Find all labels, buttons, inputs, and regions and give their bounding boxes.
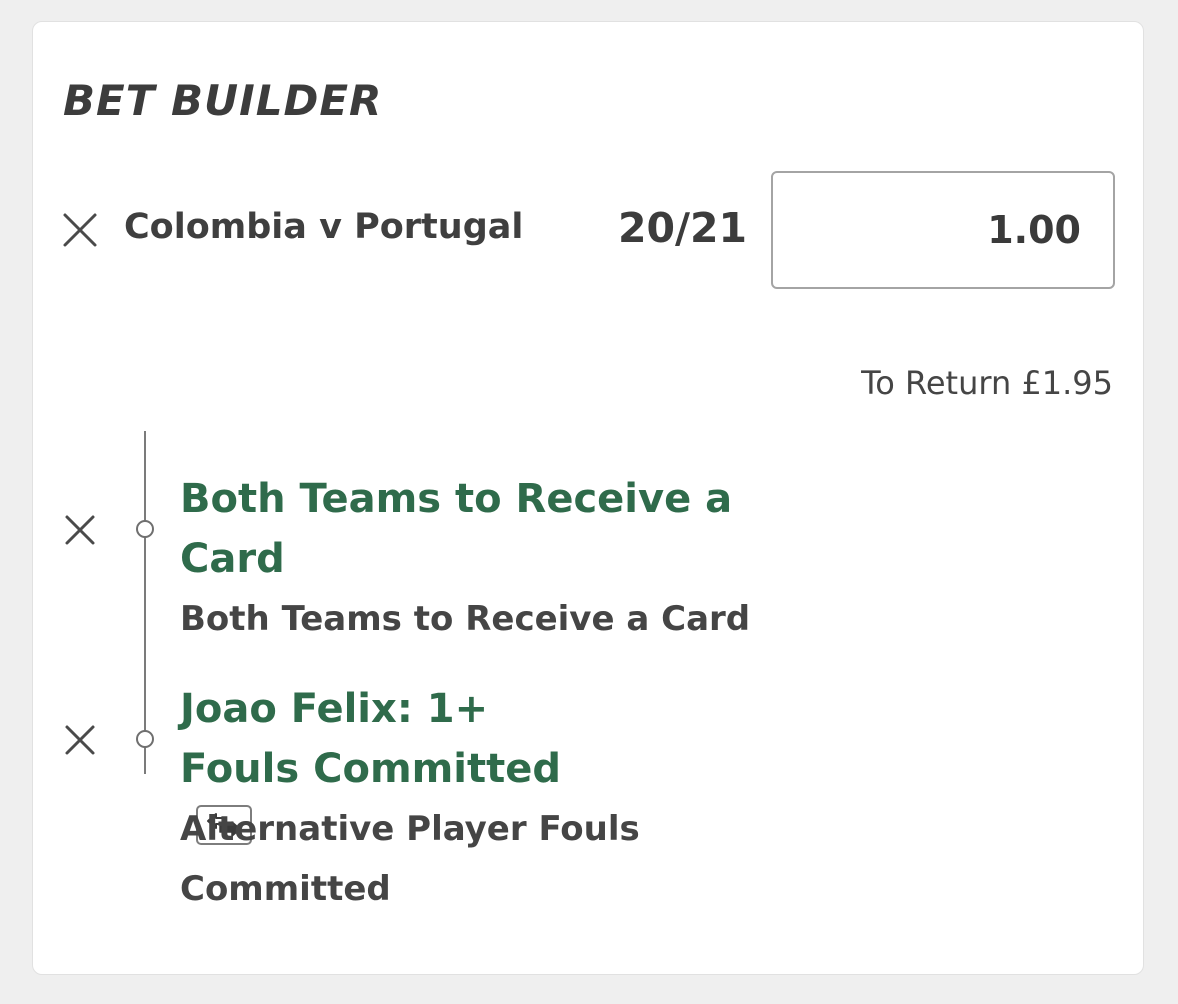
timeline-node-icon (136, 520, 154, 538)
close-icon (65, 515, 95, 545)
bet-builder-card: BET BUILDER Colombia v Portugal 20/21 To… (32, 21, 1144, 975)
close-icon (63, 213, 97, 247)
to-return-label: To Return £1.95 (861, 364, 1113, 402)
remove-selection-button[interactable] (64, 724, 96, 756)
remove-bet-button[interactable] (62, 212, 98, 248)
selection-name: Both Teams to Receive a Card (180, 476, 733, 582)
close-icon (65, 725, 95, 755)
match-name: Colombia v Portugal (124, 207, 524, 247)
timeline-line (144, 431, 146, 774)
odds-value: 20/21 (618, 204, 748, 252)
timeline-node-icon (136, 730, 154, 748)
selection-name: Joao Felix: 1+ Fouls Committed (180, 686, 562, 792)
selection-market: Alternative Player Fouls Committed (180, 809, 640, 909)
stake-input[interactable] (771, 171, 1115, 289)
selection-market: Both Teams to Receive a Card (180, 599, 751, 639)
bet-builder-title: BET BUILDER (63, 76, 383, 125)
remove-selection-button[interactable] (64, 514, 96, 546)
